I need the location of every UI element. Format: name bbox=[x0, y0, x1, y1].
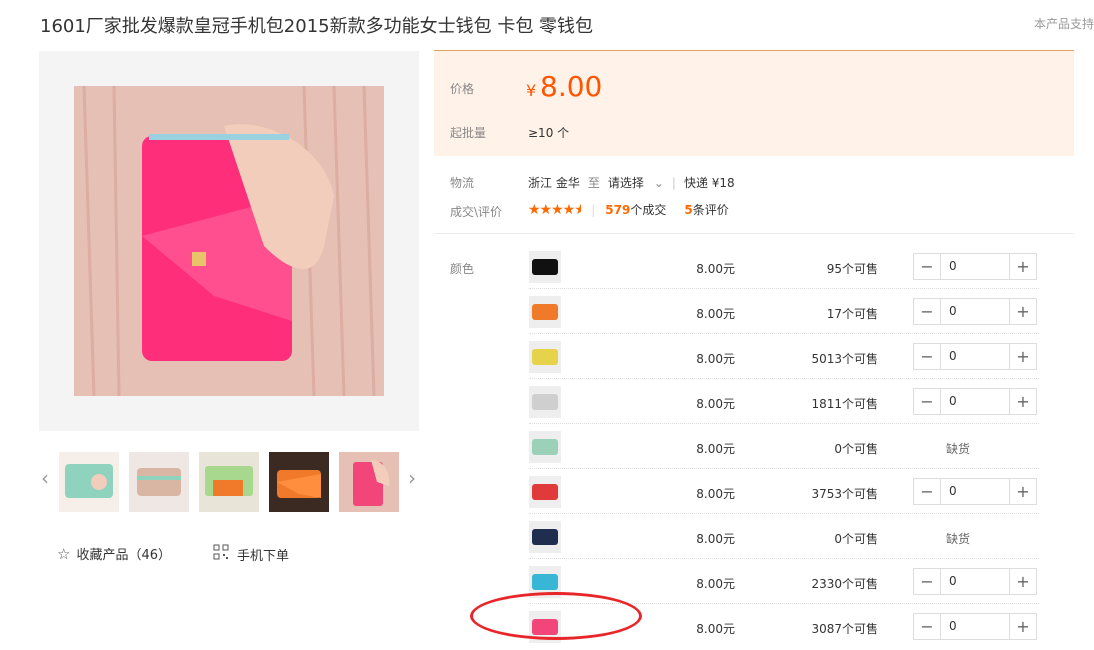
sku-thumbnail[interactable] bbox=[529, 476, 561, 508]
minus-button[interactable]: − bbox=[914, 569, 940, 594]
thumbnail-2[interactable] bbox=[129, 452, 189, 512]
row-divider bbox=[529, 423, 1039, 424]
favorite-label: 收藏产品（46） bbox=[76, 548, 171, 563]
plus-button[interactable]: + bbox=[1010, 614, 1036, 639]
rating-stars: ★★★★★ bbox=[528, 201, 582, 218]
minus-button[interactable]: − bbox=[914, 614, 940, 639]
deals-row: ★★★★★ | 579个成交 5条评价 bbox=[528, 201, 729, 218]
minus-button[interactable]: − bbox=[914, 389, 940, 414]
divider: | bbox=[591, 202, 596, 217]
sku-stock: 95个可售 bbox=[826, 262, 878, 276]
sku-stock: 5013个可售 bbox=[811, 352, 878, 366]
sku-stock: 0个可售 bbox=[834, 532, 878, 546]
soldout-label: 缺货 bbox=[946, 442, 971, 456]
sku-thumbnail[interactable] bbox=[529, 251, 561, 283]
row-divider bbox=[529, 558, 1039, 559]
sku-stock: 1811个可售 bbox=[811, 397, 878, 411]
quantity-input[interactable]: 0 bbox=[940, 254, 1010, 279]
star-outline-icon: ☆ bbox=[57, 544, 71, 563]
sku-thumbnail[interactable] bbox=[529, 521, 561, 553]
quantity-input[interactable]: 0 bbox=[940, 614, 1010, 639]
qrcode-icon bbox=[213, 544, 229, 564]
row-divider bbox=[529, 378, 1039, 379]
row-divider bbox=[529, 288, 1039, 289]
minus-button[interactable]: − bbox=[914, 344, 940, 369]
quantity-input[interactable]: 0 bbox=[940, 299, 1010, 324]
plus-button[interactable]: + bbox=[1010, 479, 1036, 504]
sku-stock: 0个可售 bbox=[834, 442, 878, 456]
plus-button[interactable]: + bbox=[1010, 389, 1036, 414]
thumbnail-5[interactable] bbox=[339, 452, 399, 512]
logistics-label: 物流 bbox=[450, 176, 475, 190]
soldout-label: 缺货 bbox=[946, 532, 971, 546]
quantity-stepper: −0 + bbox=[913, 613, 1037, 640]
thumb-prev-arrow[interactable]: ‹ bbox=[35, 466, 55, 496]
color-label: 颜色 bbox=[450, 262, 475, 276]
minus-button[interactable]: − bbox=[914, 254, 940, 279]
quantity-input[interactable]: 0 bbox=[940, 344, 1010, 369]
favorite-button[interactable]: ☆ 收藏产品（46） bbox=[57, 544, 171, 564]
row-divider bbox=[529, 513, 1039, 514]
price-number: 8.00 bbox=[540, 70, 603, 103]
price-value: ¥ 8.00 bbox=[526, 70, 602, 103]
section-divider bbox=[434, 233, 1074, 234]
reviews-count[interactable]: 5条评价 bbox=[684, 201, 728, 218]
quantity-stepper: −0 + bbox=[913, 478, 1037, 505]
sku-thumbnail[interactable] bbox=[529, 296, 561, 328]
chevron-down-icon: ⌄ bbox=[653, 175, 664, 190]
plus-button[interactable]: + bbox=[1010, 254, 1036, 279]
main-product-image bbox=[74, 86, 384, 396]
plus-button[interactable]: + bbox=[1010, 569, 1036, 594]
deals-count[interactable]: 579个成交 bbox=[605, 201, 666, 218]
thumbnail-1[interactable] bbox=[59, 452, 119, 512]
sku-stock: 3087个可售 bbox=[811, 622, 878, 636]
plus-button[interactable]: + bbox=[1010, 299, 1036, 324]
sku-stock: 3753个可售 bbox=[811, 487, 878, 501]
currency-symbol: ¥ bbox=[526, 81, 537, 100]
destination-select[interactable]: 请选择 ⌄ bbox=[608, 174, 664, 191]
quantity-input[interactable]: 0 bbox=[940, 479, 1010, 504]
row-divider bbox=[529, 468, 1039, 469]
plus-button[interactable]: + bbox=[1010, 344, 1036, 369]
moq-value: ≥10 个 bbox=[528, 126, 570, 140]
sku-stock: 17个可售 bbox=[826, 307, 878, 321]
thumbnail-3[interactable] bbox=[199, 452, 259, 512]
moq-label: 起批量 bbox=[450, 126, 487, 140]
mobile-order-label: 手机下单 bbox=[237, 548, 290, 564]
quantity-stepper: −0 + bbox=[913, 568, 1037, 595]
sku-thumbnail[interactable] bbox=[529, 341, 561, 373]
sku-thumbnail[interactable] bbox=[529, 386, 561, 418]
minus-button[interactable]: − bbox=[914, 299, 940, 324]
sku-thumbnail[interactable] bbox=[529, 431, 561, 463]
row-divider bbox=[529, 333, 1039, 334]
thumbnail-4[interactable] bbox=[269, 452, 329, 512]
quantity-stepper: −0 + bbox=[913, 388, 1037, 415]
logistics-row: 浙江 金华 至 请选择 ⌄ | 快递 ¥18 bbox=[528, 174, 735, 191]
sku-stock: 2330个可售 bbox=[811, 577, 878, 591]
quantity-stepper: −0 + bbox=[913, 343, 1037, 370]
annotation-circle bbox=[470, 592, 642, 640]
mobile-order-button[interactable]: 手机下单 bbox=[213, 544, 289, 564]
destination-select-label: 请选择 bbox=[607, 176, 644, 190]
price-label: 价格 bbox=[450, 82, 475, 96]
support-link[interactable]: 本产品支持 bbox=[1034, 15, 1094, 32]
minus-button[interactable]: − bbox=[914, 479, 940, 504]
logistics-origin: 浙江 金华 bbox=[528, 176, 580, 190]
quantity-input[interactable]: 0 bbox=[940, 569, 1010, 594]
quantity-stepper: −0 + bbox=[913, 253, 1037, 280]
deals-label: 成交\评价 bbox=[450, 205, 503, 219]
logistics-to: 至 bbox=[587, 176, 600, 190]
divider: | bbox=[671, 175, 676, 190]
quantity-input[interactable]: 0 bbox=[940, 389, 1010, 414]
quantity-stepper: −0 + bbox=[913, 298, 1037, 325]
express-fee: 快递 ¥18 bbox=[683, 176, 735, 190]
page-title: 1601厂家批发爆款皇冠手机包2015新款多功能女士钱包 卡包 零钱包 bbox=[40, 16, 594, 37]
thumb-next-arrow[interactable]: › bbox=[402, 466, 422, 496]
